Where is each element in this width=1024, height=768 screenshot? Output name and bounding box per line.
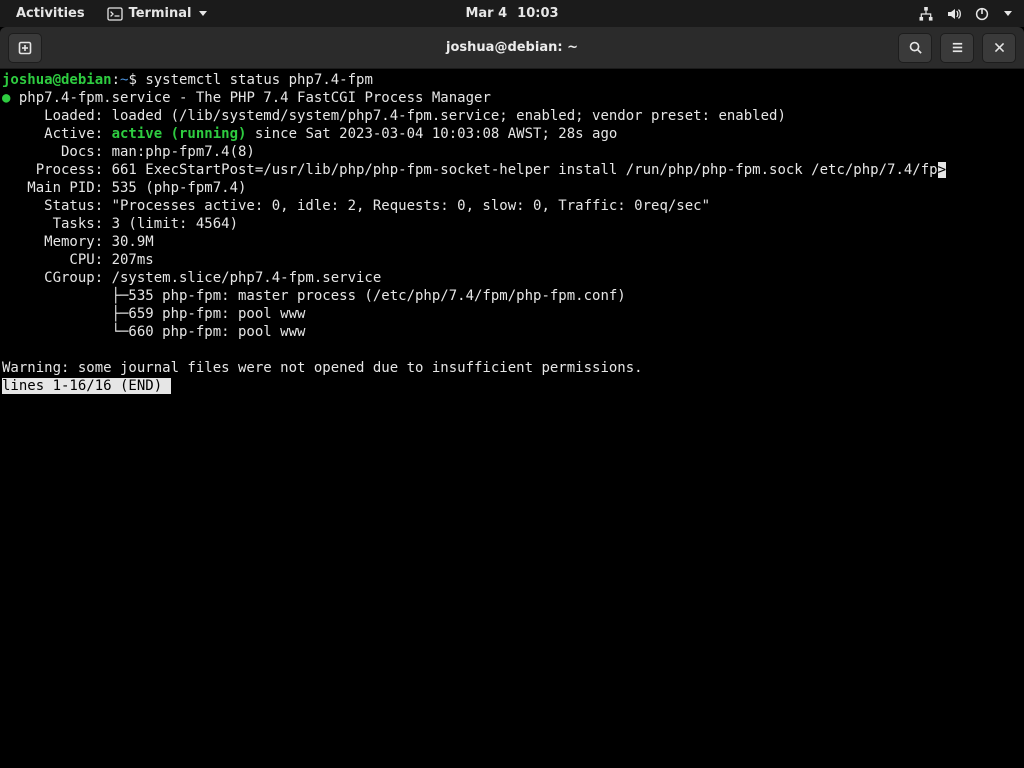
active-value: active (running)	[112, 126, 247, 142]
hamburger-menu-button[interactable]	[940, 33, 974, 63]
tasks-line: Tasks: 3 (limit: 4564)	[2, 216, 238, 232]
cgroup-child-2: ├─659 php-fpm: pool www	[2, 306, 305, 322]
warning-line: Warning: some journal files were not ope…	[2, 360, 643, 376]
new-tab-button[interactable]	[8, 33, 42, 63]
cgroup-line: CGroup: /system.slice/php7.4-fpm.service	[2, 270, 381, 286]
app-menu-label: Terminal	[129, 6, 192, 21]
volume-icon[interactable]	[946, 6, 962, 22]
prompt-colon: :	[112, 72, 120, 88]
active-rest: since Sat 2023-03-04 10:03:08 AWST; 28s …	[246, 126, 617, 142]
prompt-dollar: $	[128, 72, 145, 88]
app-menu[interactable]: Terminal	[101, 6, 214, 22]
close-button[interactable]	[982, 33, 1016, 63]
network-icon[interactable]	[918, 6, 934, 22]
prompt-user-host: joshua@debian	[2, 72, 112, 88]
service-header: php7.4-fpm.service - The PHP 7.4 FastCGI…	[10, 90, 490, 106]
window-title: joshua@debian: ~	[446, 40, 578, 55]
terminal-window: joshua@debian: ~ joshua@debian:~$ system…	[0, 27, 1024, 768]
active-label: Active:	[2, 126, 112, 142]
search-button[interactable]	[898, 33, 932, 63]
terminal-content[interactable]: joshua@debian:~$ systemctl status php7.4…	[0, 69, 1024, 768]
pager-status: lines 1-16/16 (END)	[2, 378, 162, 394]
memory-line: Memory: 30.9M	[2, 234, 154, 250]
chevron-down-icon	[199, 11, 207, 16]
window-titlebar: joshua@debian: ~	[0, 27, 1024, 69]
activities-button[interactable]: Activities	[8, 6, 93, 21]
line-overflow-indicator: >	[938, 162, 946, 178]
clock-time: 10:03	[517, 6, 558, 21]
process-line: Process: 661 ExecStartPost=/usr/lib/php/…	[2, 162, 938, 178]
cursor	[162, 378, 171, 394]
docs-line: Docs: man:php-fpm7.4(8)	[2, 144, 255, 160]
clock[interactable]: Mar 4 10:03	[465, 6, 558, 21]
terminal-icon	[107, 6, 123, 22]
gnome-topbar: Activities Terminal Mar 4 10:03	[0, 0, 1024, 27]
cpu-line: CPU: 207ms	[2, 252, 154, 268]
chevron-down-icon	[1004, 11, 1012, 16]
mainpid-line: Main PID: 535 (php-fpm7.4)	[2, 180, 246, 196]
cgroup-child-3: └─660 php-fpm: pool www	[2, 324, 305, 340]
status-line: Status: "Processes active: 0, idle: 2, R…	[2, 198, 710, 214]
cgroup-child-1: ├─535 php-fpm: master process (/etc/php/…	[2, 288, 626, 304]
command-text: systemctl status php7.4-fpm	[145, 72, 373, 88]
clock-date: Mar 4	[465, 6, 507, 21]
power-icon[interactable]	[974, 6, 990, 22]
loaded-line: Loaded: loaded (/lib/systemd/system/php7…	[2, 108, 786, 124]
